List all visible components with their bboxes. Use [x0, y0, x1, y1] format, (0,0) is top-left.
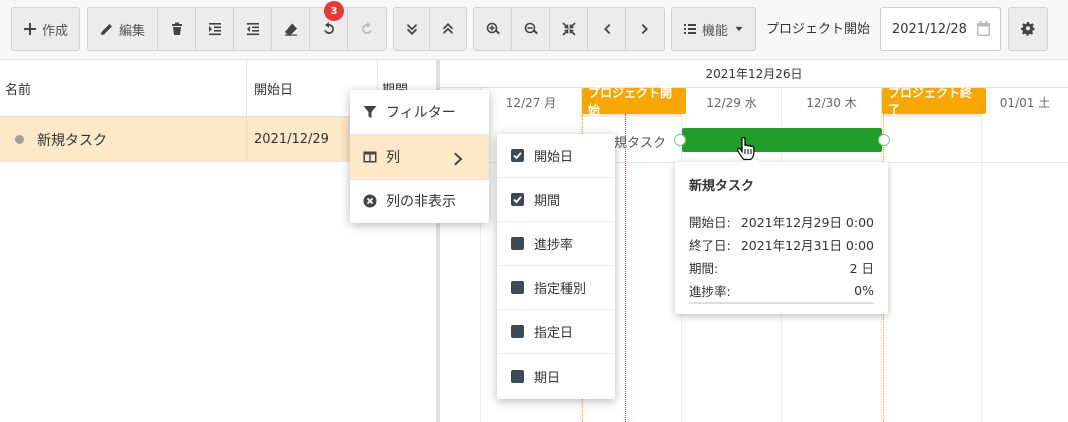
hand-pointer-icon	[737, 137, 755, 161]
column-toggle-item[interactable]: 開始日	[497, 134, 615, 178]
trash-icon	[171, 22, 182, 35]
chevron-right-icon	[454, 152, 463, 166]
timeline-day: 12/30 木	[782, 88, 882, 117]
edit-button[interactable]: 編集	[88, 8, 158, 50]
project-start-date-input[interactable]: 2021/12/28	[880, 7, 1001, 51]
project-start-milestone[interactable]: プロジェクト開始	[582, 86, 686, 117]
menu-item-columns[interactable]: 列	[350, 135, 489, 179]
redo-button[interactable]	[348, 8, 386, 50]
column-header-context-menu: フィルター 列 列の非表示	[350, 90, 489, 223]
zoom-out-button[interactable]	[512, 8, 550, 50]
project-start-label: プロジェクト開始	[766, 22, 871, 37]
filter-icon	[363, 106, 377, 118]
menu-item-filter[interactable]: フィルター	[350, 90, 489, 134]
chevron-right-icon	[641, 24, 648, 34]
collapse-all-button[interactable]	[430, 8, 466, 50]
today-line	[625, 114, 626, 422]
delete-button[interactable]	[158, 8, 196, 50]
toolbar: 作成 編集 3 機能 プロジェクト開始 2021/12/28	[0, 0, 1068, 60]
create-group: 作成	[11, 7, 80, 51]
compress-icon	[561, 22, 576, 36]
task-name-cell: 新規タスク	[0, 117, 247, 162]
task-tooltip: 新規タスク 開始日: 2021年12月29日 0:00 終了日: 2021年12月3…	[675, 153, 888, 314]
outdent-icon	[246, 23, 259, 36]
undo-count-badge: 3	[324, 1, 344, 21]
tooltip-row: 進捗率: 0%	[689, 283, 874, 299]
edit-group: 編集 3	[87, 1, 387, 51]
column-header-name[interactable]: 名前	[0, 60, 247, 117]
calendar-icon[interactable]	[977, 21, 990, 36]
settings-button[interactable]	[1008, 7, 1048, 51]
checkbox-unchecked-icon[interactable]	[511, 369, 524, 383]
previous-button[interactable]	[588, 8, 626, 50]
task-bar-end-handle[interactable]	[878, 134, 890, 146]
checkbox-unchecked-icon[interactable]	[511, 281, 524, 294]
checkbox-unchecked-icon[interactable]	[511, 237, 524, 250]
list-icon	[683, 24, 696, 34]
indent-button[interactable]	[196, 8, 234, 50]
caret-down-icon	[735, 26, 743, 32]
column-toggle-item[interactable]: 指定種別	[497, 266, 615, 310]
collapse-group	[393, 7, 467, 51]
checkbox-unchecked-icon[interactable]	[511, 325, 524, 338]
task-bar-label: 規タスク	[614, 136, 667, 151]
status-dot	[15, 135, 24, 144]
zoom-in-button[interactable]	[474, 8, 512, 50]
checkbox-checked-icon[interactable]	[511, 149, 524, 162]
create-button[interactable]: 作成	[12, 8, 79, 50]
project-end-milestone[interactable]: プロジェクト終了	[882, 86, 986, 117]
zoom-in-icon	[486, 22, 500, 35]
plus-icon	[23, 23, 36, 35]
redo-icon	[362, 22, 372, 34]
double-chevron-up-icon	[443, 23, 453, 34]
features-menu-button[interactable]: 機能	[672, 8, 755, 50]
progress-bar	[689, 302, 874, 304]
zoom-out-icon	[524, 22, 538, 35]
task-bar-start-handle[interactable]	[674, 134, 686, 146]
columns-submenu: 開始日 期間 進捗率 指定種別 指定日 期日	[497, 134, 615, 399]
eraser-button[interactable]	[272, 8, 310, 50]
close-circle-icon	[363, 194, 377, 208]
tooltip-row: 開始日: 2021年12月29日 0:00	[689, 215, 874, 230]
tooltip-row: 期間: 2 日	[689, 261, 874, 276]
column-toggle-item[interactable]: 期間	[497, 178, 615, 222]
features-group: 機能	[671, 7, 756, 51]
gear-icon	[1021, 22, 1035, 36]
zoom-group	[473, 7, 665, 51]
double-chevron-down-icon	[406, 24, 417, 35]
fit-button[interactable]	[550, 8, 588, 50]
columns-icon	[363, 151, 377, 163]
tooltip-title: 新規タスク	[689, 179, 755, 194]
expand-all-button[interactable]	[394, 8, 430, 50]
outdent-button[interactable]	[234, 8, 272, 50]
task-bar[interactable]	[682, 128, 882, 152]
timeline-day: 12/27 月	[481, 88, 582, 117]
column-toggle-item[interactable]: 進捗率	[497, 222, 615, 266]
undo-button[interactable]: 3	[310, 1, 348, 50]
checkbox-checked-icon[interactable]	[511, 193, 524, 206]
pencil-icon	[100, 24, 112, 35]
tooltip-row: 終了日: 2021年12月31日 0:00	[689, 238, 874, 253]
column-toggle-item[interactable]: 指定日	[497, 310, 615, 354]
indent-icon	[208, 23, 221, 36]
menu-item-hide-column[interactable]: 列の非表示	[350, 179, 489, 223]
next-button[interactable]	[626, 8, 664, 50]
undo-icon	[323, 22, 334, 34]
column-toggle-item[interactable]: 期日	[497, 354, 615, 398]
timeline-day: 01/01 土	[982, 88, 1068, 117]
chevron-left-icon	[603, 24, 610, 34]
timeline-day: 12/29 水	[682, 88, 782, 117]
eraser-icon	[284, 23, 297, 36]
